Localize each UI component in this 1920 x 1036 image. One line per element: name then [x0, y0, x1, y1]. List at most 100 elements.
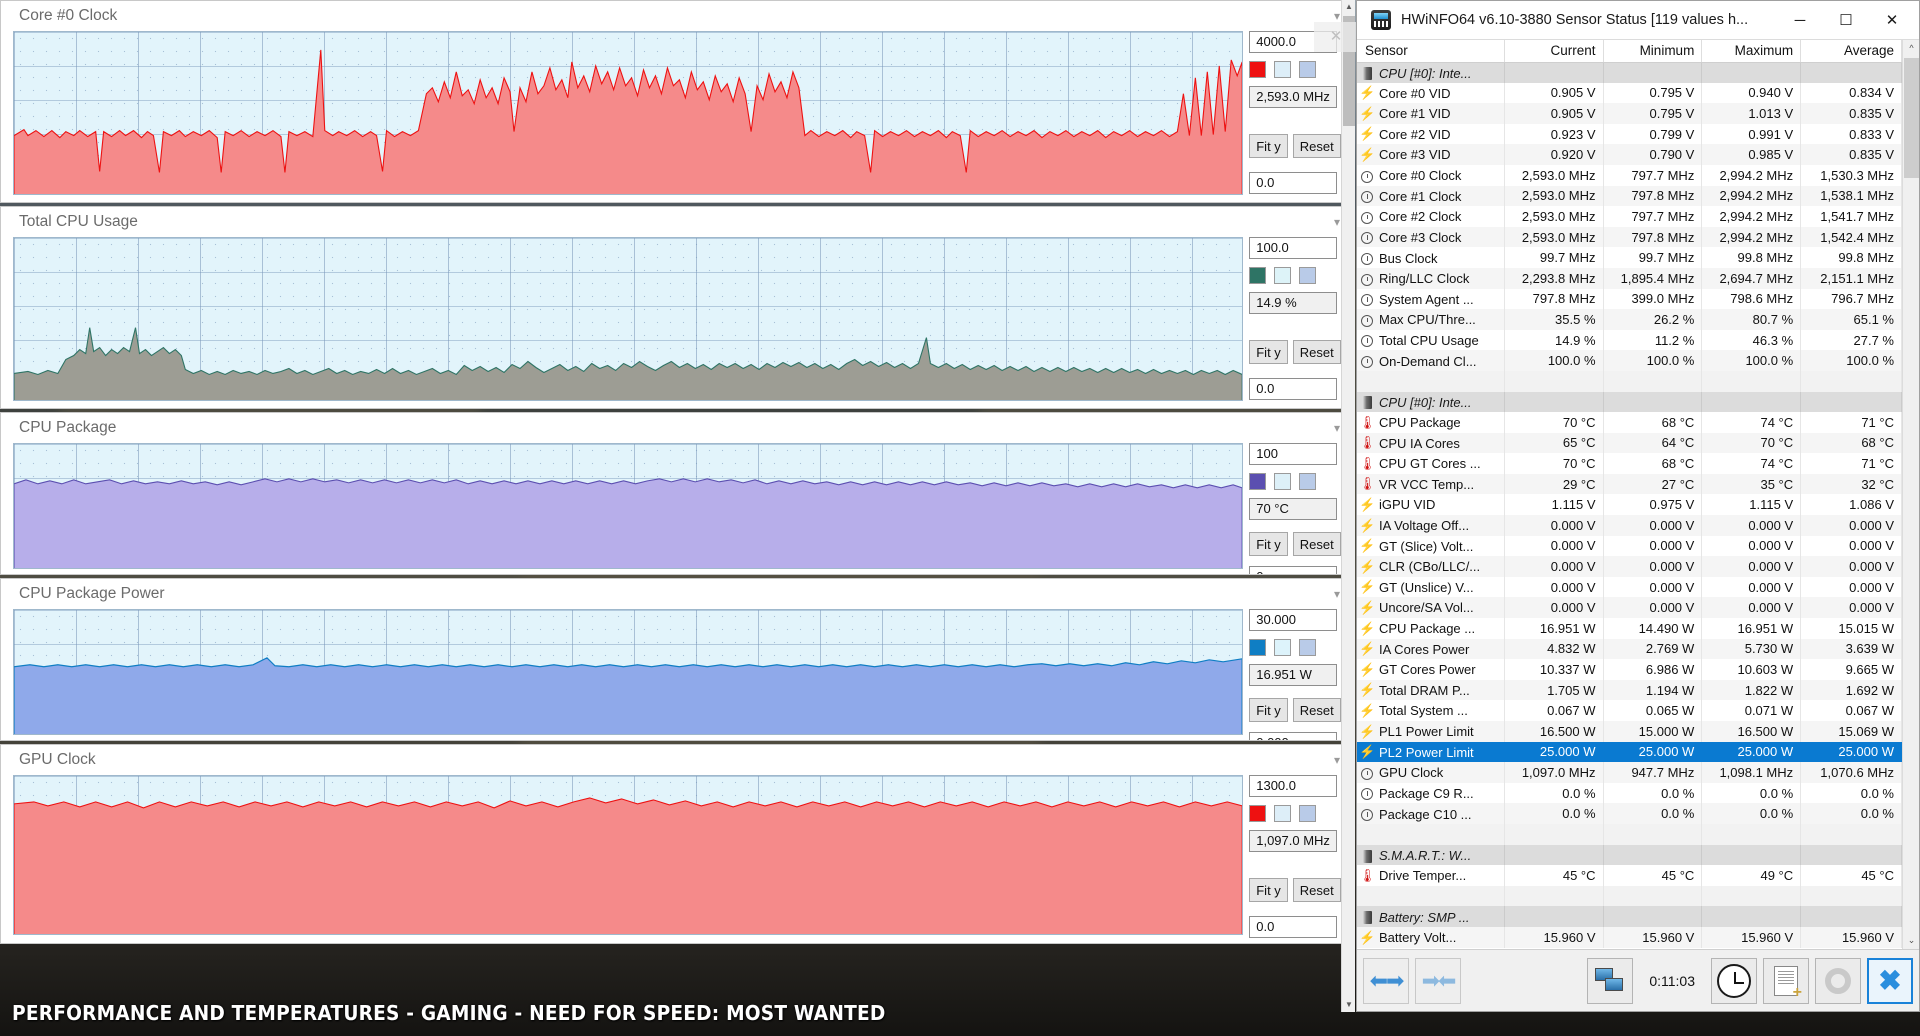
y-min-input[interactable]: 0 [1249, 566, 1338, 574]
table-row[interactable]: ⚡ Total DRAM P... 1.705 W 1.194 W 1.822 W 1.6… [1357, 679, 1902, 701]
y-min-input[interactable]: 0.0 [1249, 378, 1338, 400]
table-row[interactable]: 🌡 CPU GT Cores ... 70 °C 68 °C 74 °C 71 °C [1357, 453, 1902, 474]
table-row[interactable]: ⚡ Core #2 VID 0.923 V 0.799 V 0.991 V 0.833 V [1357, 123, 1902, 145]
y-min-input[interactable]: 0.0 [1249, 916, 1338, 938]
table-row[interactable]: ⚡ Core #3 VID 0.920 V 0.790 V 0.985 V 0.835 V [1357, 144, 1902, 165]
reset-button[interactable]: Reset [1292, 532, 1341, 556]
reset-button[interactable]: Reset [1292, 878, 1341, 902]
table-row[interactable]: 🌡 VR VCC Temp... 29 °C 27 °C 35 °C 32 °C [1357, 473, 1902, 495]
table-row[interactable]: ⚡ CLR (CBo/LLC/... 0.000 V 0.000 V 0.000 V 0.… [1357, 556, 1902, 577]
remote-monitoring-button[interactable] [1587, 957, 1634, 1004]
column-header-maximum[interactable]: Maximum [1701, 40, 1802, 63]
table-row[interactable]: ⚡ Core #1 VID 0.905 V 0.795 V 1.013 V 0.835 V [1357, 103, 1902, 124]
fit-y-button[interactable]: Fit y [1249, 532, 1288, 556]
table-row[interactable]: 🌡 CPU Package 70 °C 68 °C 74 °C 71 °C [1357, 412, 1902, 433]
table-row[interactable]: ⚡ IA Voltage Off... 0.000 V 0.000 V 0.000 V0… [1357, 515, 1902, 536]
scroll-down-icon[interactable]: ▼ [1342, 998, 1356, 1012]
table-row[interactable]: Max CPU/Thre... 35.5 % 26.2 % 80.7 % 65.1 % [1357, 309, 1902, 330]
series-color-swatch[interactable] [1249, 473, 1267, 490]
table-row[interactable]: On-Demand Cl... 100.0 % 100.0 % 100.0 % 100.… [1357, 350, 1902, 371]
background-window-close-icon[interactable]: ✕ [1314, 22, 1358, 52]
background-color-swatch[interactable] [1274, 805, 1292, 822]
table-row[interactable]: Ring/LLC Clock 2,293.8 MHz 1,895.4 MHz 2,69… [1357, 267, 1902, 289]
series-color-swatch[interactable] [1249, 639, 1267, 656]
table-row[interactable]: System Agent ... 797.8 MHz 399.0 MHz 798.6 … [1357, 288, 1902, 310]
table-row[interactable]: ⚡ Total System ... 0.067 W 0.065 W 0.071 W 0.… [1357, 700, 1902, 721]
table-row[interactable]: ⚡ PL2 Power Limit 25.000 W 25.000 W 25.000 W… [1357, 741, 1902, 763]
table-row[interactable]: CPU [#0]: Inte... [1357, 62, 1902, 83]
grid-color-swatch[interactable] [1299, 61, 1317, 78]
y-max-input[interactable]: 100 [1249, 443, 1338, 465]
series-color-swatch[interactable] [1249, 267, 1267, 284]
table-row[interactable]: ⚡ CPU Package ... 16.951 W 14.490 W 16.951 W… [1357, 618, 1902, 639]
snapshot-interval-button[interactable] [1711, 957, 1757, 1004]
series-color-swatch[interactable] [1249, 61, 1267, 78]
table-row[interactable]: GPU Clock 1,097.0 MHz 947.7 MHz 1,098.1 MHz… [1357, 762, 1902, 783]
table-row[interactable]: Package C9 R... 0.0 % 0.0 % 0.0 % 0.0 % [1357, 782, 1902, 804]
table-row[interactable]: ⚡ iGPU VID 1.115 V 0.975 V 1.115 V 1.086 V [1357, 494, 1902, 516]
table-row[interactable]: ⚡ Core #0 VID 0.905 V 0.795 V 0.940 V 0.834 V [1357, 82, 1902, 104]
reset-button[interactable]: Reset [1292, 698, 1341, 722]
table-row[interactable] [1357, 823, 1902, 845]
y-max-input[interactable]: 1300.0 [1249, 775, 1338, 797]
column-header-sensor[interactable]: Sensor [1357, 40, 1505, 63]
window-titlebar[interactable]: HWiNFO64 v6.10-3880 Sensor Status [119 v… [1357, 1, 1919, 39]
start-logging-button[interactable] [1763, 957, 1809, 1004]
table-row[interactable] [1357, 370, 1902, 392]
y-max-input[interactable]: 30.000 [1249, 609, 1338, 631]
table-row[interactable]: ⚡ GT Cores Power 10.337 W 6.986 W 10.603 W 9.… [1357, 659, 1902, 680]
table-row[interactable]: ⚡ Uncore/SA Vol... 0.000 V 0.000 V 0.000 V 0.… [1357, 597, 1902, 619]
background-color-swatch[interactable] [1274, 473, 1292, 490]
column-header-minimum[interactable]: Minimum [1603, 40, 1703, 63]
table-row[interactable]: S.M.A.R.T.: W... [1357, 844, 1902, 866]
table-row[interactable]: Package C10 ... 0.0 % 0.0 % 0.0 % 0.0 % [1357, 803, 1902, 824]
table-row[interactable]: ⚡ Battery Volt... 15.960 V 15.960 V 15.960 V… [1357, 926, 1902, 948]
table-row[interactable]: ⚡ GT (Slice) Volt... 0.000 V 0.000 V 0.000 V… [1357, 535, 1902, 557]
table-row[interactable]: Core #0 Clock 2,593.0 MHz 797.7 MHz 2,994.2… [1357, 164, 1902, 186]
column-header-current[interactable]: Current [1504, 40, 1604, 63]
table-row[interactable]: ⚡ PL1 Power Limit 16.500 W 15.000 W 16.500 W… [1357, 721, 1902, 742]
expand-columns-button[interactable]: ⬅➡ [1363, 957, 1409, 1004]
table-row[interactable]: Core #2 Clock 2,593.0 MHz 797.7 MHz 2,994.2… [1357, 206, 1902, 227]
graph-stack-scrollbar[interactable]: ▲ ▼ [1341, 0, 1355, 1012]
table-row[interactable]: Battery: SMP ... [1357, 906, 1902, 927]
fit-y-button[interactable]: Fit y [1249, 134, 1288, 158]
column-header-average[interactable]: Average [1800, 40, 1902, 63]
series-color-swatch[interactable] [1249, 805, 1267, 822]
table-row[interactable] [1357, 885, 1902, 907]
close-sensors-button[interactable]: ✖ [1867, 957, 1913, 1004]
table-row[interactable]: Bus Clock 99.7 MHz 99.7 MHz 99.8 MHz 99.8 MH… [1357, 247, 1902, 268]
y-max-input[interactable]: 100.0 [1249, 237, 1338, 259]
fit-y-button[interactable]: Fit y [1249, 878, 1288, 902]
background-color-swatch[interactable] [1274, 639, 1292, 656]
background-color-swatch[interactable] [1274, 61, 1292, 78]
grid-color-swatch[interactable] [1299, 267, 1317, 284]
collapse-columns-button[interactable]: ➡⬅ [1415, 957, 1461, 1004]
minimize-button[interactable]: ─ [1777, 1, 1823, 39]
table-row[interactable]: ⚡ GT (Unslice) V... 0.000 V 0.000 V 0.000 V0… [1357, 576, 1902, 598]
scroll-up-icon[interactable]: ^ [1903, 40, 1919, 57]
fit-y-button[interactable]: Fit y [1249, 698, 1288, 722]
background-color-swatch[interactable] [1274, 267, 1292, 284]
scroll-down-icon[interactable]: ⌄ [1903, 932, 1919, 949]
fit-y-button[interactable]: Fit y [1249, 340, 1288, 364]
grid-color-swatch[interactable] [1299, 639, 1317, 656]
maximize-button[interactable]: ☐ [1823, 1, 1869, 39]
y-min-input[interactable]: 0.0 [1249, 172, 1338, 194]
scroll-up-icon[interactable]: ▲ [1342, 0, 1356, 14]
sensor-table-scrollbar[interactable]: ^ ⌄ [1902, 40, 1919, 949]
configure-button[interactable] [1815, 957, 1861, 1004]
table-row[interactable]: Core #1 Clock 2,593.0 MHz 797.8 MHz 2,994.2… [1357, 185, 1902, 207]
grid-color-swatch[interactable] [1299, 473, 1317, 490]
close-button[interactable]: ✕ [1869, 1, 1915, 39]
table-row[interactable]: ⚡ IA Cores Power 4.832 W 2.769 W 5.730 W 3.63… [1357, 638, 1902, 660]
grid-color-swatch[interactable] [1299, 805, 1317, 822]
table-row[interactable]: 🌡 Drive Temper... 45 °C 45 °C 49 °C 45 °C [1357, 865, 1902, 886]
table-row[interactable]: CPU [#0]: Inte... [1357, 391, 1902, 413]
table-row[interactable]: Total CPU Usage 14.9 % 11.2 % 46.3 % 27.7 % [1357, 329, 1902, 351]
scrollbar-thumb[interactable] [1904, 58, 1919, 178]
table-row[interactable]: 🌡 CPU IA Cores 65 °C 64 °C 70 °C 68 °C [1357, 432, 1902, 454]
table-row[interactable]: Core #3 Clock 2,593.0 MHz 797.8 MHz 2,994.2… [1357, 226, 1902, 248]
reset-button[interactable]: Reset [1292, 134, 1341, 158]
reset-button[interactable]: Reset [1292, 340, 1341, 364]
